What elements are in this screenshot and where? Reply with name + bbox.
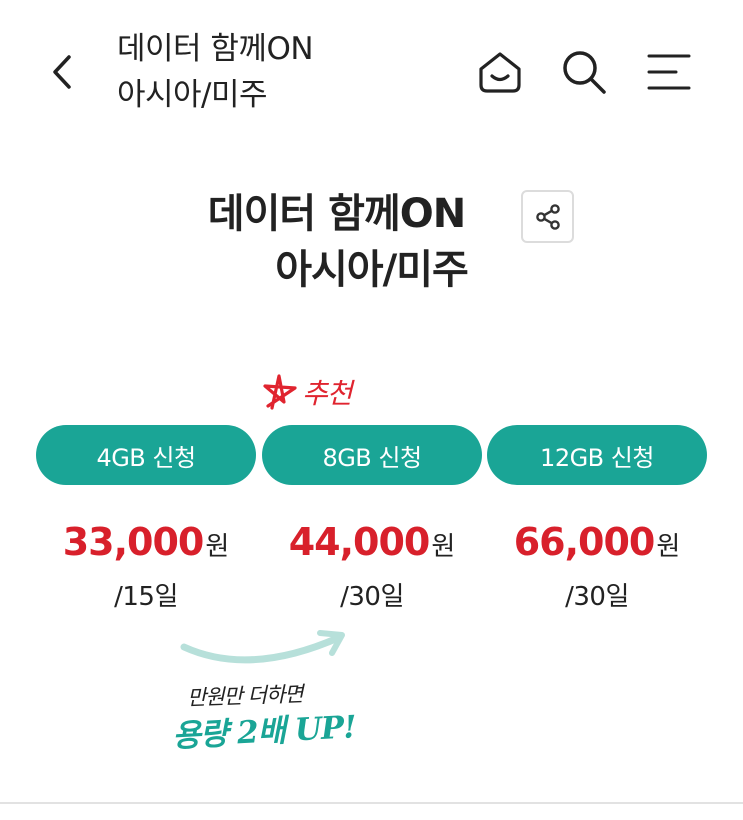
plan-12gb-button[interactable]: 12GB 신청: [487, 425, 707, 485]
search-icon: [563, 51, 606, 94]
back-icon: [53, 55, 71, 89]
promo-highlight: 용량 2배 UP!: [171, 709, 357, 755]
recommend-tag: 추천: [262, 370, 353, 414]
recommend-label: 추천: [302, 377, 353, 410]
menu-icon: [647, 54, 691, 90]
page-title-line2: 아시아/미주: [275, 247, 469, 293]
price-unit: 원: [431, 532, 456, 562]
header-title-line2: 아시아/미주: [117, 77, 268, 113]
price-amount: 66,000: [513, 520, 656, 564]
plan-4gb-price: 33,000 원 /15일: [36, 520, 256, 613]
header-title-line1: 데이터 함께ON: [117, 31, 314, 67]
page-title: 데이터 함께ON 아시아/미주: [0, 186, 743, 298]
curved-arrow-icon: [180, 630, 345, 664]
star-icon: [263, 374, 297, 410]
price-amount: 33,000: [62, 520, 205, 564]
price-period: /15일: [114, 582, 178, 612]
header-title: 데이터 함께ON 아시아/미주: [117, 26, 314, 118]
back-button[interactable]: [42, 50, 82, 94]
divider: [0, 802, 743, 804]
price-period: /30일: [565, 582, 629, 612]
plan-4gb-button[interactable]: 4GB 신청: [36, 425, 256, 485]
share-icon: [535, 203, 560, 230]
share-button[interactable]: [521, 190, 574, 243]
top-header: 데이터 함께ON 아시아/미주: [0, 0, 743, 150]
plan-8gb-price: 44,000 원 /30일: [262, 520, 482, 613]
home-icon: [479, 52, 521, 93]
price-amount: 44,000: [288, 520, 431, 564]
home-button[interactable]: [476, 48, 524, 96]
price-unit: 원: [656, 532, 681, 562]
price-unit: 원: [205, 532, 230, 562]
search-button[interactable]: [560, 48, 608, 96]
price-period: /30일: [340, 582, 404, 612]
plan-8gb-button[interactable]: 8GB 신청: [262, 425, 482, 485]
plan-12gb-price: 66,000 원 /30일: [487, 520, 707, 613]
menu-button[interactable]: [645, 48, 693, 96]
page-title-line1: 데이터 함께ON: [207, 191, 466, 237]
